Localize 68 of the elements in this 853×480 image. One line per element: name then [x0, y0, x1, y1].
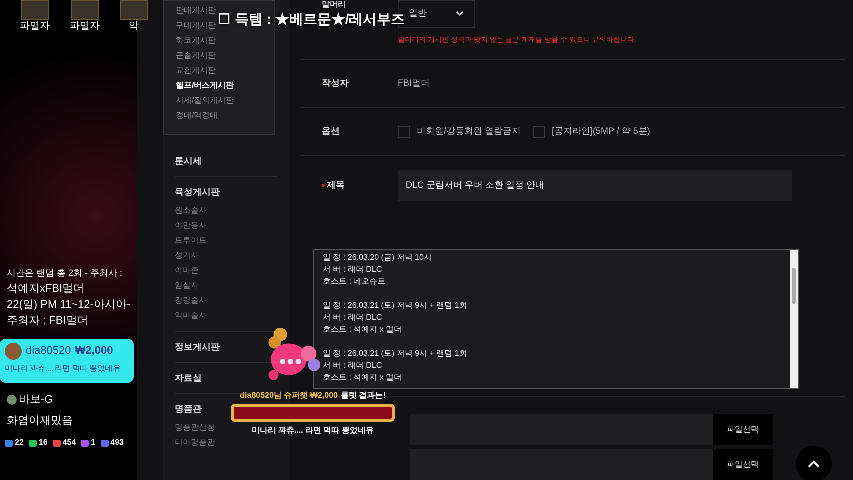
event-text: 석예지xFBI멀더 [7, 282, 85, 297]
field-label: 제목 [327, 179, 345, 192]
sidebar-item[interactable]: 성기사 [175, 248, 199, 263]
avatar-label: 파멸자 [20, 20, 50, 33]
checkbox-label: 비회원/강등회원 열람금지 [417, 124, 522, 138]
viewer-count: 16 [38, 437, 48, 449]
chevron-up-icon [808, 460, 820, 468]
sidebar-item[interactable]: 드루이드 [175, 233, 207, 248]
subject-input[interactable]: DLC 군림서버 우버 소환 일정 안내 [398, 170, 792, 202]
file-select-button[interactable]: 파일선택 [713, 414, 773, 446]
chevron-down-icon [456, 11, 464, 17]
menu-item[interactable]: 시세/질의게시판 [176, 93, 234, 108]
avatar-label: 파멸자 [70, 20, 100, 33]
sidebar-heading[interactable]: 자료실 [175, 371, 202, 385]
alert-headline: 룰렛 결과는! [340, 390, 386, 402]
file-select-button[interactable]: 파일선택 [713, 449, 773, 480]
chat-user: 바보-G [19, 393, 54, 408]
portrait-placeholder [21, 0, 49, 20]
chat-message: 화염이재밌음 [6, 414, 74, 428]
event-text: 주최자 : FBI멀더 [7, 314, 88, 329]
sidebar-heading[interactable]: 명품관 [175, 402, 202, 416]
menu-item[interactable]: 헬프/버스게시판 [176, 78, 234, 93]
user-icon [7, 395, 17, 406]
sidebar-item[interactable]: 명품관신청 [175, 420, 215, 435]
sidebar-item[interactable]: 디아명품관 [175, 435, 215, 450]
file-field[interactable] [410, 449, 713, 480]
content-textarea[interactable]: 일 정 : 26.03.20 (금) 저녁 10시 서 버 : 래더 DLC 호스트 : 네오슈트 일 정 : 26.03.21 (토) 저녁 9시 + 랜덤 1회 서 버 : 래더 DLC 호스트 : 석예지 x 멀더 일 정 : 26.03.21 (토) 저녁 9시 + 랜덤 1회 서 버 : 래더 DLC 호스트 : 석예지 x 멀더 [313, 248, 799, 389]
menu-item[interactable]: 큰솔게시판 [176, 48, 216, 63]
sidebar-item[interactable]: 야만용사 [175, 218, 207, 233]
sidebar-item[interactable]: 원소술사 [175, 203, 207, 218]
scrollbar[interactable] [790, 250, 798, 388]
donation-amount: ₩2,000 [75, 344, 114, 360]
sidebar-heading[interactable]: 정보게시판 [175, 340, 220, 354]
event-text: 시간은 랜덤 총 2회 - 주최사 : [7, 267, 123, 280]
field-label: 옵션 [322, 124, 340, 138]
portrait-placeholder [71, 0, 99, 20]
viewer-count: 22 [15, 437, 24, 449]
sidebar-heading[interactable]: 육성게시판 [175, 185, 220, 199]
donor-name: dia80520 [26, 344, 72, 360]
viewer-count: 493 [110, 437, 124, 449]
sidebar-item[interactable]: 악마술사 [175, 308, 207, 323]
viewer-count: 1 [91, 437, 96, 449]
scrollbar-thumb[interactable] [792, 268, 796, 304]
donation-message: 미나리 꽈츄.... 라면 먹따 뿡었네유 [5, 363, 120, 375]
menu-item[interactable]: 판매게시판 [176, 3, 216, 18]
portrait-placeholder [120, 0, 148, 20]
file-field[interactable] [410, 414, 713, 446]
checkbox[interactable] [533, 126, 546, 138]
field-label: 작성자 [322, 77, 349, 90]
alert-headline: dia80520님 슈퍼챗 ₩2,000 [240, 390, 338, 402]
menu-item[interactable]: 하코게시판 [176, 33, 216, 48]
sidebar-heading[interactable]: 룬시세 [175, 154, 202, 168]
field-label: 말머리 [322, 0, 346, 9]
sidebar-item[interactable]: 아마존 [175, 263, 199, 278]
alert-message: 미나리 꽈츄.... 라면 먹따 뿡었네유 [252, 425, 374, 437]
event-text: 22(일) PM 11~12-아시아- [7, 298, 131, 313]
scroll-top-button[interactable] [796, 446, 832, 480]
checkbox[interactable] [398, 126, 410, 138]
viewer-count: 454 [62, 437, 76, 449]
menu-item[interactable]: 구매게시판 [176, 18, 216, 33]
sidebar-item[interactable]: 암살자 [175, 278, 199, 293]
menu-item[interactable]: 교환게시판 [176, 63, 216, 78]
avatar-icon [5, 343, 22, 360]
menu-item[interactable]: 경매/역경매 [176, 108, 218, 123]
sidebar-item[interactable]: 강령술사 [175, 293, 207, 308]
avatar-label: 악 [129, 20, 139, 33]
author-name: FBI멀더 [398, 77, 430, 90]
checkbox-label: [공지라인](5MP / 약 5분) [552, 124, 650, 138]
